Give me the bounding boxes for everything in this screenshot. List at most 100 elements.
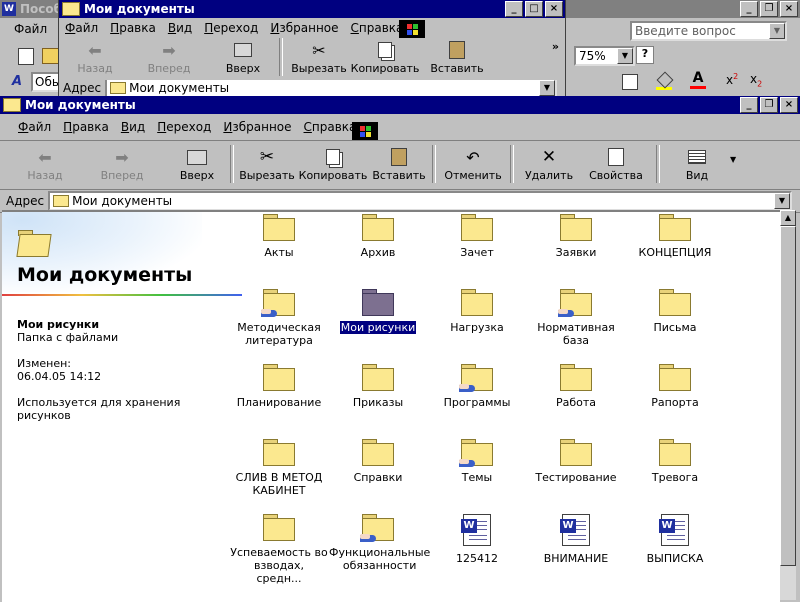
scroll-thumb[interactable] [780,226,796,566]
tool-up[interactable]: Вверх [168,145,226,182]
chevron-down-icon[interactable]: ▼ [617,48,633,64]
file-item[interactable]: СЛИВ В МЕТОД КАБИНЕТ [229,439,329,497]
chevron-down-icon[interactable]: ▼ [774,193,790,209]
file-item[interactable]: W ВНИМАНИЕ [526,514,626,565]
tool-undo[interactable]: ↶ Отменить [440,145,506,183]
back-tool-copy[interactable]: Копировать [349,38,421,75]
file-label: Тревога [651,471,699,484]
word-menu-file[interactable]: Файл [14,22,47,36]
menu-favorites[interactable]: Избранное [217,120,297,134]
font-color-icon[interactable]: A [690,70,706,89]
file-item[interactable]: Приказы [328,364,428,409]
file-item[interactable]: Мои рисунки [328,289,428,335]
tool-forward[interactable]: ➡ Вперед [76,145,168,183]
back-close-button[interactable]: × [545,1,563,17]
back-menu-view[interactable]: Вид [162,21,198,35]
subscript-icon[interactable]: x2 [750,72,762,88]
highlight-icon[interactable] [656,71,674,90]
tool-label: Копировать [298,169,368,182]
tool-label: Вырезать [239,169,295,182]
superscript-icon[interactable]: x2 [726,72,738,87]
back-maximize-button[interactable]: □ [525,1,543,17]
file-item[interactable]: Заявки [526,214,626,259]
file-item[interactable]: W ВЫПИСКА [625,514,725,565]
file-label: Заявки [555,246,597,259]
view-dropdown-icon[interactable]: ▼ [730,145,744,164]
chevron-down-icon[interactable]: ▼ [769,23,785,39]
address-input[interactable]: Мои документы ▼ [48,191,792,211]
file-item[interactable]: Архив [328,214,428,259]
help-question-input[interactable]: Введите вопрос ▼ [630,21,787,41]
file-item[interactable]: Работа [526,364,626,409]
back-tool-cut[interactable]: ✂ Вырезать [289,38,349,76]
word-minimize-button[interactable]: _ [740,1,758,17]
back-menu-edit[interactable]: Правка [104,21,162,35]
main-minimize-button[interactable]: _ [740,97,758,113]
file-item[interactable]: Зачет [427,214,527,259]
back-titlebar[interactable]: Мои документы _ □ × [59,0,565,18]
file-item[interactable]: Нагрузка [427,289,527,334]
file-item[interactable]: КОНЦЕПЦИЯ [625,214,725,259]
tool-copy[interactable]: Копировать [296,145,370,182]
new-document-icon[interactable] [18,48,34,65]
chevron-down-icon[interactable]: ▼ [539,80,555,96]
word-document-icon: W [461,514,491,546]
word-restore-button[interactable]: ❐ [760,1,778,17]
styles-icon[interactable]: A [12,74,22,89]
tool-view[interactable]: Вид [664,145,730,182]
file-item[interactable]: Тревога [625,439,725,484]
tool-label: Вставить [372,169,426,182]
tool-label: Вперед [100,169,144,182]
back-tool-forward[interactable]: ➡ Вперед [125,38,213,76]
menu-view[interactable]: Вид [115,120,151,134]
file-item[interactable]: Темы [427,439,527,484]
border-icon[interactable] [622,74,638,90]
file-item[interactable]: Тестирование [526,439,626,484]
back-menu-favorites[interactable]: Избранное [264,21,344,35]
tool-paste[interactable]: Вставить [370,145,428,182]
file-item[interactable]: Письма [625,289,725,334]
main-titlebar[interactable]: Мои документы _ ❐ × [0,96,800,114]
tool-back[interactable]: ⬅ Назад [14,145,76,183]
file-item[interactable]: Акты [229,214,329,259]
folder-icon [560,214,592,241]
file-label: Методическая литература [237,321,321,347]
file-item[interactable]: Справки [328,439,428,484]
back-address-input[interactable]: Мои документы ▼ [105,80,557,96]
file-item[interactable]: Методическая литература [229,289,329,347]
file-item[interactable]: Нормативная база [526,289,626,347]
properties-icon [608,145,624,169]
tool-properties[interactable]: Свойства [580,145,652,182]
back-menu-file[interactable]: Файл [59,21,104,35]
toolbar-separator [432,145,436,183]
file-item[interactable]: Успеваемость во взводах, средн... [229,514,329,585]
back-tool-up[interactable]: Вверх [213,38,273,75]
main-restore-button[interactable]: ❐ [760,97,778,113]
file-item[interactable]: Программы [427,364,527,409]
menu-go[interactable]: Переход [151,120,217,134]
menu-edit[interactable]: Правка [57,120,115,134]
back-menu-go[interactable]: Переход [198,21,264,35]
tool-cut[interactable]: ✂ Вырезать [238,145,296,182]
help-icon[interactable]: ? [636,46,654,64]
word-close-button[interactable]: × [780,1,798,17]
menu-file[interactable]: Файл [12,120,57,134]
main-close-button[interactable]: × [780,97,798,113]
scroll-up-icon[interactable]: ▲ [780,210,796,226]
file-item[interactable]: Планирование [229,364,329,409]
back-minimize-button[interactable]: _ [505,1,523,17]
address-label: Адрес [6,194,45,208]
zoom-select[interactable]: 75% ▼ [574,46,635,66]
back-tool-paste[interactable]: Вставить [421,38,493,75]
toolbar-separator [510,145,514,183]
file-item[interactable]: Рапорта [625,364,725,409]
copy-icon [378,38,392,62]
tool-delete[interactable]: ✕ Удалить [518,145,580,182]
toolbar-overflow-icon[interactable]: » [552,40,559,53]
folder-icon [53,195,70,207]
file-item[interactable]: Функциональные обязанности [328,514,430,572]
file-item[interactable]: W 125412 [427,514,527,565]
vertical-scrollbar[interactable]: ▲ [780,210,796,600]
back-arrow-icon: ⬅ [38,147,52,167]
back-tool-back[interactable]: ⬅ Назад [65,38,125,76]
